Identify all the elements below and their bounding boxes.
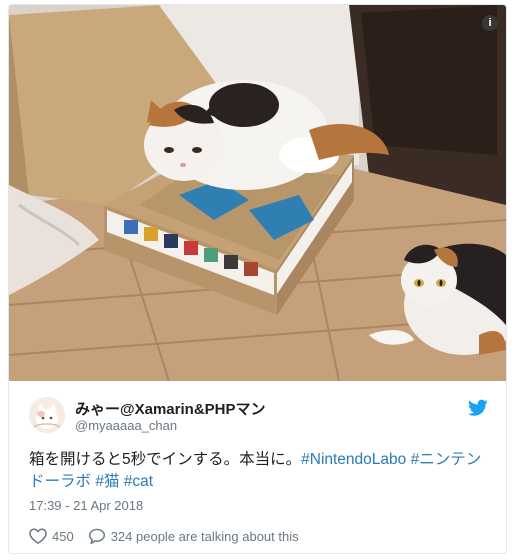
hashtag-link[interactable]: #猫 [95,473,119,490]
tweet-text: 箱を開けると5秒でインする。本当に。#NintendoLabo #ニンテンドーラ… [29,449,494,493]
conversation-link[interactable]: 324 people are talking about this [111,529,299,544]
speech-bubble-icon[interactable] [88,528,106,544]
display-name[interactable]: みゃー@Xamarin&PHPマン [75,398,266,419]
hashtag-link[interactable]: #cat [124,473,153,490]
twitter-bird-icon[interactable] [468,399,488,417]
tweet-timestamp[interactable]: 17:39 - 21 Apr 2018 [29,498,143,513]
heart-icon[interactable] [29,528,47,544]
embedded-tweet-card: i みゃー@Xamarin&PHPマン @myaaaaa_chan 箱を開けると… [8,4,507,554]
user-handle[interactable]: @myaaaaa_chan [75,418,177,433]
tweet-body: 箱を開けると5秒でインする。本当に。 [29,451,302,468]
like-count[interactable]: 450 [52,529,74,544]
info-icon[interactable]: i [482,15,498,31]
tweet-photo[interactable]: i [9,5,506,381]
hashtag-link[interactable]: #NintendoLabo [301,451,406,468]
avatar[interactable] [29,397,65,433]
tweet-actions: 450 324 people are talking about this [29,526,299,546]
